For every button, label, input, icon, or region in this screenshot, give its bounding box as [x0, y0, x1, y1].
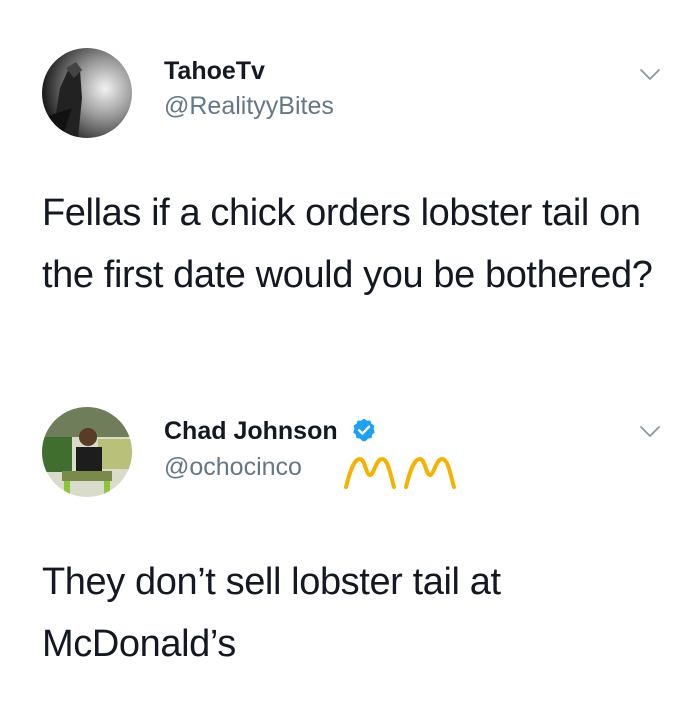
user-handle[interactable]: @RealityyBites — [164, 92, 334, 121]
display-name[interactable]: TahoeTv — [164, 57, 265, 86]
display-name-text[interactable]: Chad Johnson — [164, 417, 338, 445]
chevron-down-icon[interactable] — [638, 419, 662, 443]
avatar[interactable] — [42, 48, 132, 138]
tweet-text: They don’t sell lobster tail at McDonald… — [42, 561, 501, 665]
avatar[interactable] — [42, 407, 132, 497]
golden-arches-emoji — [344, 456, 456, 489]
user-handle[interactable]: @ochocinco — [164, 453, 302, 482]
avatar-image — [42, 407, 132, 497]
tweet-text: Fellas if a chick orders lobster tail on… — [42, 192, 653, 296]
avatar-image — [42, 48, 132, 138]
verified-badge-icon — [352, 418, 375, 442]
tweet-1: TahoeTv @RealityyBites Fellas if a chick… — [0, 0, 700, 395]
display-name: Chad Johnson — [164, 417, 377, 446]
chevron-down-icon[interactable] — [638, 62, 662, 86]
tweet-2: Chad Johnson @ochocinco They don’t sell … — [0, 395, 700, 704]
